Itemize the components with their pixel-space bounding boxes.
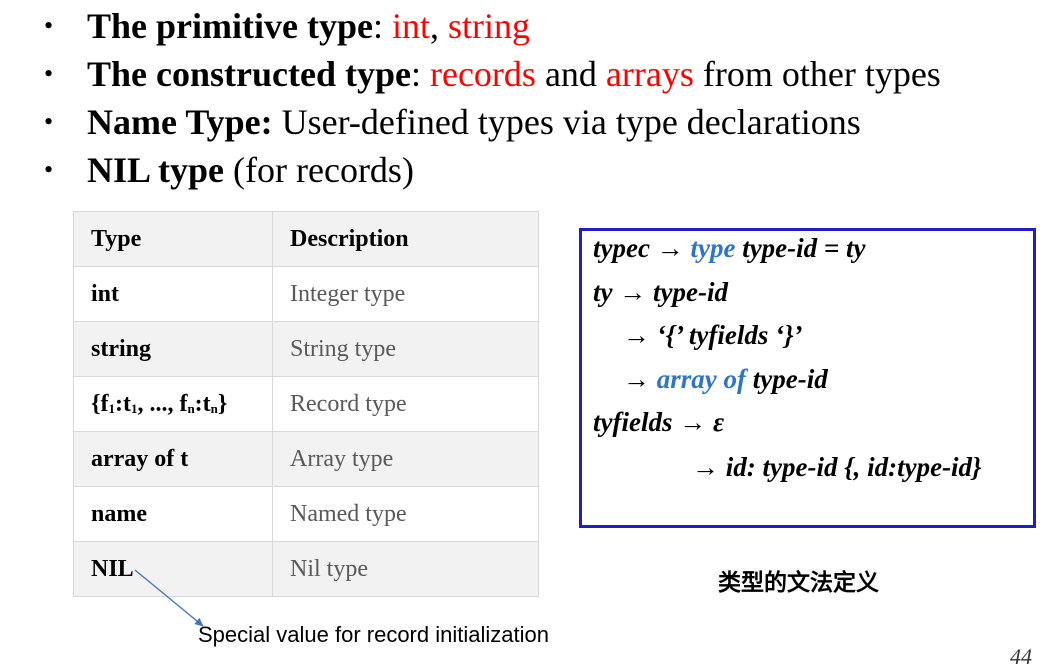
annotation-note: Special value for record initialization: [198, 622, 549, 647]
slide: • The primitive type: int, string • The …: [0, 0, 1044, 669]
annotation-arrow-icon: [134, 569, 204, 627]
page-number: 44: [1010, 644, 1032, 669]
